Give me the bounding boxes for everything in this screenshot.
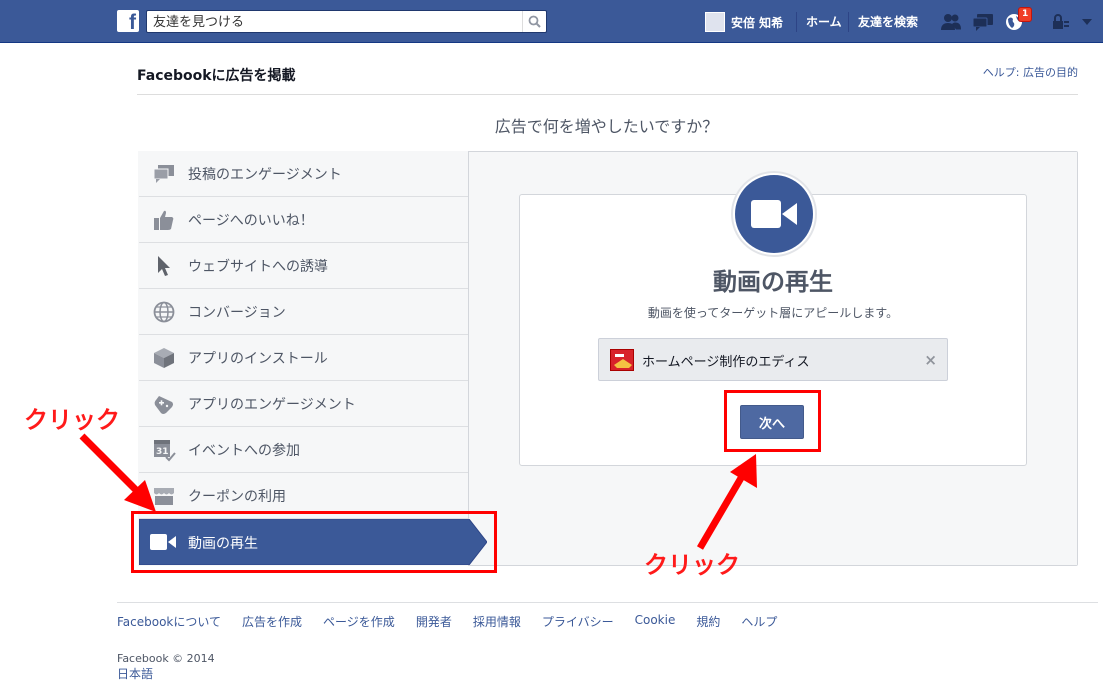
footer-link-about[interactable]: Facebookについて <box>117 613 221 630</box>
annotation-arrow-left <box>79 433 156 512</box>
footer-links: Facebookについて 広告を作成 ページを作成 開発者 採用情報 プライバシ… <box>117 613 798 630</box>
footer-link-privacy[interactable]: プライバシー <box>542 613 614 630</box>
footer-link-terms[interactable]: 規約 <box>696 613 720 630</box>
footer-link-create-ad[interactable]: 広告を作成 <box>242 613 302 630</box>
footer-link-developers[interactable]: 開発者 <box>416 613 452 630</box>
footer-link-create-page[interactable]: ページを作成 <box>323 613 395 630</box>
language-link[interactable]: 日本語 <box>117 665 153 682</box>
footer-divider <box>117 602 1098 603</box>
annotation-arrows <box>79 433 757 550</box>
footer-link-cookies[interactable]: Cookie <box>635 613 676 630</box>
footer-link-help[interactable]: ヘルプ <box>741 613 777 630</box>
annotation-arrow-right <box>696 454 757 550</box>
copyright: Facebook © 2014 <box>117 652 215 665</box>
footer-link-careers[interactable]: 採用情報 <box>473 613 521 630</box>
